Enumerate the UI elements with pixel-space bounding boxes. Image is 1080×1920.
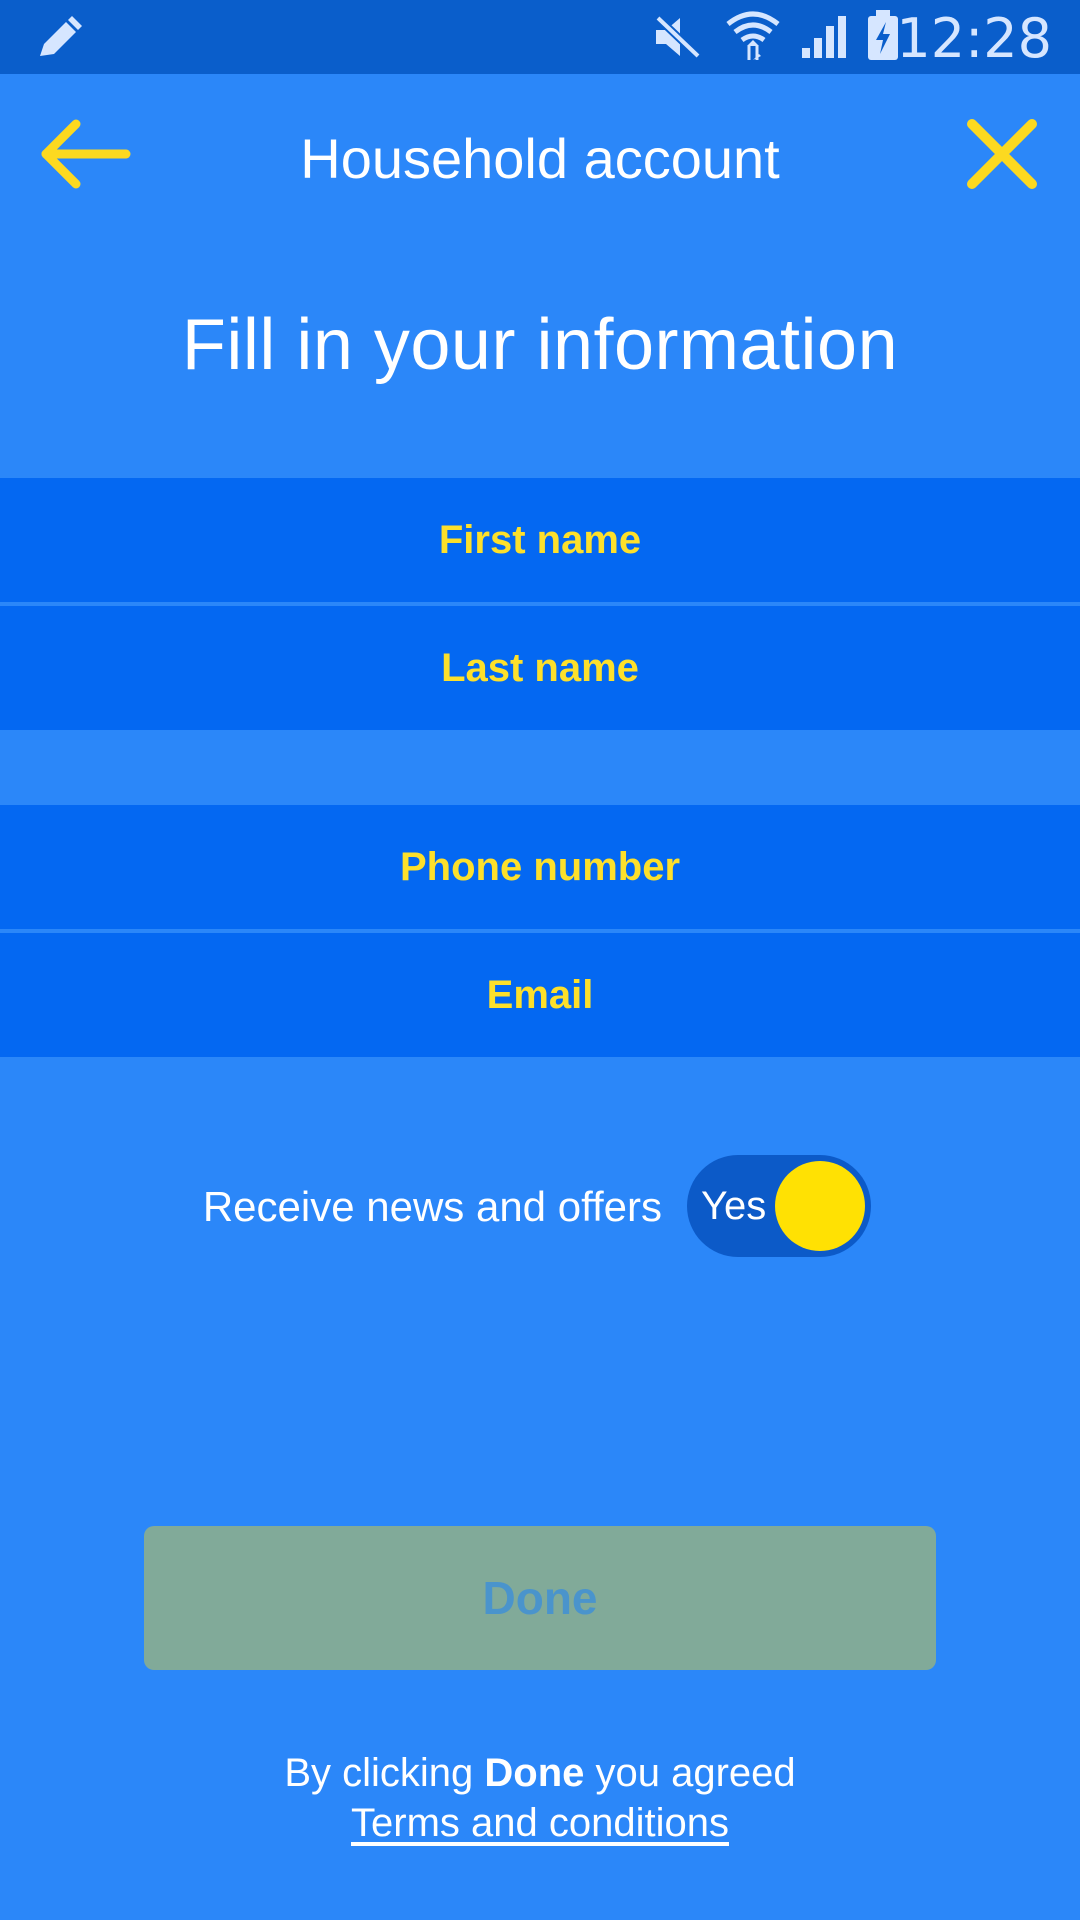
terms-prefix: By clicking bbox=[284, 1751, 485, 1795]
email-field-container bbox=[0, 933, 1080, 1057]
newsletter-label: Receive news and offers bbox=[202, 1183, 662, 1230]
terms-bold: Done bbox=[484, 1751, 585, 1795]
app-bar: Household account bbox=[0, 74, 1080, 246]
terms-link[interactable]: Terms and conditions bbox=[351, 1801, 729, 1845]
page-title: Household account bbox=[300, 127, 780, 190]
back-button[interactable] bbox=[36, 114, 136, 194]
battery-charging-icon bbox=[868, 10, 898, 60]
phone-number-input[interactable] bbox=[0, 805, 1080, 929]
arrow-left-icon bbox=[41, 119, 131, 189]
email-input[interactable] bbox=[0, 933, 1080, 1057]
terms-statement: By clicking Done you agreed bbox=[0, 1748, 1080, 1798]
signal-icon bbox=[802, 16, 846, 58]
terms-footer: By clicking Done you agreed Terms and co… bbox=[0, 1748, 1080, 1848]
muted-icon bbox=[655, 15, 701, 59]
status-time: 12:28 bbox=[896, 7, 1052, 70]
toggle-knob bbox=[775, 1161, 865, 1251]
toggle-state-text: Yes bbox=[701, 1184, 767, 1228]
close-button[interactable] bbox=[962, 114, 1042, 194]
wifi-icon bbox=[726, 11, 780, 60]
newsletter-row: Receive news and offers Yes bbox=[0, 1155, 1080, 1259]
newsletter-toggle[interactable]: Yes bbox=[687, 1155, 871, 1257]
phone-field-container bbox=[0, 805, 1080, 929]
edit-pencil-icon bbox=[40, 16, 82, 56]
first-name-input[interactable] bbox=[0, 478, 1080, 602]
form-headline: Fill in your information bbox=[181, 305, 899, 385]
last-name-input[interactable] bbox=[0, 606, 1080, 730]
terms-suffix: you agreed bbox=[584, 1751, 796, 1795]
first-name-field-container bbox=[0, 478, 1080, 602]
status-bar: 12:28 bbox=[0, 0, 1080, 74]
done-button[interactable]: Done bbox=[144, 1526, 936, 1670]
last-name-field-container bbox=[0, 606, 1080, 730]
close-icon bbox=[967, 119, 1037, 189]
